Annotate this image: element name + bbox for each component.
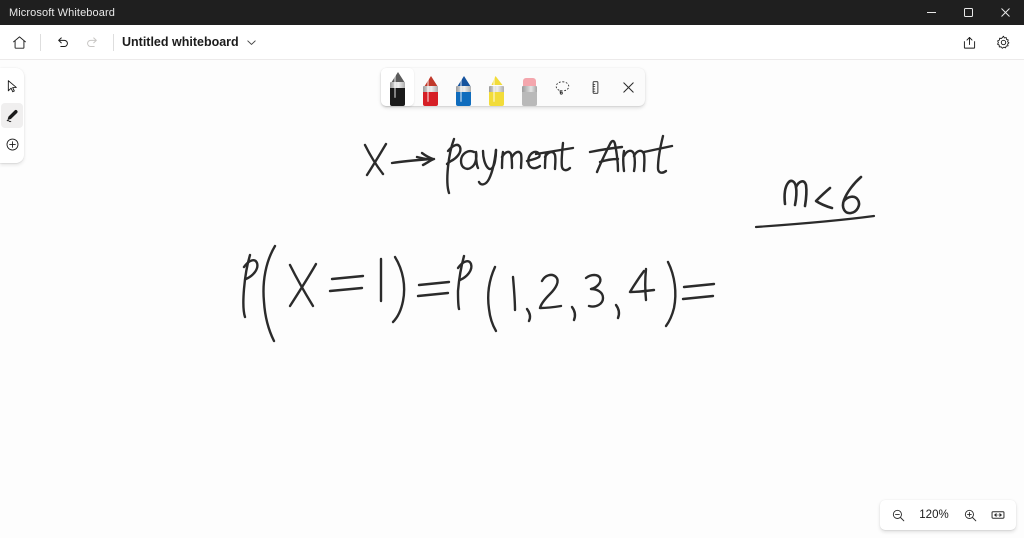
minimize-button[interactable] <box>913 0 950 25</box>
zoom-level-label[interactable]: 120% <box>912 509 956 521</box>
ink-layer <box>242 134 876 343</box>
blue-pen-icon <box>456 76 471 106</box>
zoom-out-icon <box>892 509 904 521</box>
toolbar-divider-1 <box>40 33 41 51</box>
eraser-button[interactable] <box>513 68 546 106</box>
chevron-down-icon <box>247 39 256 45</box>
minimize-icon <box>927 12 936 13</box>
document-title[interactable]: Untitled whiteboard <box>122 35 239 49</box>
ink-underline <box>754 214 876 229</box>
eraser-icon <box>522 76 537 106</box>
redo-icon <box>86 36 97 47</box>
ink-line-definition <box>363 142 436 177</box>
ruler-icon <box>592 80 599 94</box>
ink-probability-expression <box>242 244 716 343</box>
zoom-controls: 120% <box>880 500 1016 530</box>
black-pen-button[interactable] <box>381 68 414 106</box>
zoom-in-button[interactable] <box>956 502 984 528</box>
ruler-button[interactable] <box>579 68 612 106</box>
cursor-arrow-icon <box>7 80 17 93</box>
yellow-highlighter-button[interactable] <box>480 68 513 106</box>
pen-icon <box>6 109 18 122</box>
left-tool-rail <box>0 68 24 163</box>
close-icon <box>1001 8 1010 17</box>
maximize-button[interactable] <box>950 0 987 25</box>
zoom-in-icon <box>964 509 976 521</box>
red-pen-icon <box>423 76 438 106</box>
ink-word-payment <box>445 137 575 195</box>
app-toolbar: Untitled whiteboard <box>0 25 1024 60</box>
whiteboard-app: Microsoft Whiteboard Untitled whiteboard… <box>0 0 1024 538</box>
home-button[interactable] <box>4 27 34 57</box>
settings-button[interactable] <box>988 27 1018 57</box>
highlighter-icon <box>489 76 504 106</box>
close-pen-toolbar-button[interactable] <box>612 68 645 106</box>
window-controls <box>913 0 1024 25</box>
pen-toolbar <box>381 68 645 106</box>
fit-to-screen-button[interactable] <box>984 502 1012 528</box>
toolbar-right-group <box>954 27 1018 57</box>
toolbar-divider-2 <box>113 33 114 51</box>
sidebar-item-select-tool[interactable] <box>1 74 23 99</box>
share-icon <box>963 36 975 49</box>
sidebar-item-pen-tool[interactable] <box>1 103 23 128</box>
fit-to-screen-icon <box>991 511 1005 519</box>
lasso-select-icon <box>555 80 570 95</box>
red-pen-button[interactable] <box>414 68 447 106</box>
redo-button[interactable] <box>77 27 107 57</box>
undo-button[interactable] <box>47 27 77 57</box>
whiteboard-canvas[interactable] <box>24 59 1024 538</box>
close-button[interactable] <box>987 0 1024 25</box>
undo-icon <box>57 36 68 47</box>
maximize-icon <box>964 8 973 17</box>
blue-pen-button[interactable] <box>447 68 480 106</box>
share-button[interactable] <box>954 27 984 57</box>
app-title: Microsoft Whiteboard <box>9 6 115 19</box>
zoom-out-button[interactable] <box>884 502 912 528</box>
ink-heading-constraint <box>783 175 863 215</box>
sidebar-item-add-tool[interactable] <box>1 132 23 157</box>
close-icon <box>623 81 634 93</box>
title-dropdown-button[interactable] <box>246 37 257 48</box>
ink-word-amt <box>588 134 674 174</box>
lasso-select-button[interactable] <box>546 68 579 106</box>
home-icon <box>12 35 26 49</box>
title-bar: Microsoft Whiteboard <box>0 0 1024 25</box>
plus-circle-icon <box>6 138 18 151</box>
gear-icon <box>996 35 1009 49</box>
black-pen-icon <box>390 72 405 106</box>
